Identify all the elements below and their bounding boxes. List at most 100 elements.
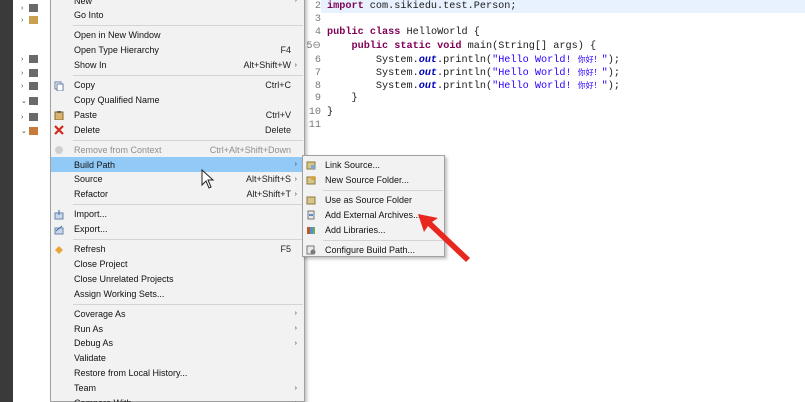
tree-node[interactable]: ⌄ — [21, 95, 38, 107]
menu-item-shortcut: Ctrl+Alt+Shift+Down — [209, 144, 291, 155]
submenu-arrow-icon: › — [294, 175, 297, 183]
menu-item-label: Configure Build Path... — [325, 244, 416, 255]
tree-node[interactable]: › — [21, 53, 38, 65]
code-token: out — [418, 68, 438, 79]
project-folder-icon — [29, 113, 38, 121]
menu-item-debug-as[interactable]: Debug As › — [51, 336, 304, 351]
menu-item-export[interactable]: Export... — [51, 222, 304, 237]
tree-node[interactable]: › — [21, 2, 38, 14]
menu-item-close-unrelated-projects[interactable]: Close Unrelated Projects — [51, 271, 304, 286]
menu-item-copy-qualified-name[interactable]: Copy Qualified Name — [51, 92, 304, 107]
tree-node[interactable]: › — [21, 67, 38, 79]
new-source-folder-icon — [306, 175, 316, 185]
project-folder-icon — [29, 16, 38, 24]
menu-item-label: Close Unrelated Projects — [74, 273, 174, 284]
menu-item-label: Add External Archives... — [325, 209, 421, 220]
menu-item-coverage-as[interactable]: Coverage As › — [51, 306, 304, 321]
mouse-cursor-icon — [201, 169, 215, 189]
menu-item-build-path[interactable]: Build Path › — [51, 157, 304, 172]
tree-node[interactable]: › — [21, 14, 38, 26]
line-number: 8 — [314, 81, 321, 93]
code-token: 你好！ — [577, 54, 602, 64]
menu-item-label: Close Project — [74, 258, 128, 269]
code-token: "Hello World! — [492, 68, 578, 79]
menu-item-assign-working-sets[interactable]: Assign Working Sets... — [51, 286, 304, 301]
tree-twisty-icon[interactable]: › — [21, 70, 27, 77]
code-token: System. — [327, 81, 419, 93]
code-line[interactable]: 10} — [305, 106, 805, 119]
menu-item-shortcut: Delete — [264, 124, 291, 135]
line-number: 7 — [314, 68, 321, 79]
menu-item-label: Export... — [74, 224, 108, 235]
menu-item-label: Compare With — [74, 398, 132, 402]
menu-item-compare-with[interactable]: Compare With› — [51, 396, 304, 402]
submenu-arrow-icon: › — [294, 325, 297, 332]
tree-twisty-icon[interactable]: › — [21, 83, 27, 90]
code-line[interactable]: 3 — [305, 13, 805, 26]
menu-item-delete[interactable]: Delete Delete — [51, 122, 304, 137]
import-icon — [54, 209, 64, 220]
code-token: class — [369, 27, 401, 39]
menu-item-open-type-hierarchy[interactable]: Open Type Hierarchy F4 — [51, 43, 304, 58]
code-token: } — [327, 106, 334, 118]
menu-item-refresh[interactable]: Refresh F5 — [51, 242, 304, 257]
link-source-icon — [306, 160, 316, 170]
tree-twisty-icon[interactable]: ⌄ — [21, 97, 27, 105]
menu-item-label: New Source Folder... — [325, 174, 410, 185]
remove-context-icon — [54, 145, 64, 155]
annotation-arrow — [418, 214, 470, 262]
menu-item-close-project[interactable]: Close Project — [51, 256, 304, 271]
submenu-item-use-as-source-folder[interactable]: Use as Source Folder — [303, 192, 444, 207]
menu-item-refactor[interactable]: Refactor Alt+Shift+T › — [51, 187, 304, 202]
code-line[interactable]: 8 System.out.println("Hello World! 你好！")… — [305, 79, 805, 92]
menu-item-label: Coverage As — [74, 308, 126, 319]
configure-build-path-icon — [306, 245, 316, 255]
menu-separator — [73, 204, 303, 206]
menu-item-restore-from-local-history[interactable]: Restore from Local History... — [51, 366, 304, 381]
window-left-edge — [0, 0, 13, 402]
tree-twisty-icon[interactable]: ⌄ — [21, 127, 27, 135]
code-line[interactable]: 9 } — [305, 92, 805, 105]
menu-item-paste[interactable]: Paste Ctrl+V — [51, 107, 304, 122]
code-line[interactable]: 5⊖ public static void main(String[] args… — [305, 40, 805, 53]
code-token: ); — [607, 81, 621, 93]
menu-separator — [73, 75, 303, 76]
menu-item-copy[interactable]: Copy Ctrl+C — [51, 78, 304, 93]
menu-item-import[interactable]: Import... — [51, 207, 304, 222]
tree-twisty-icon[interactable]: › — [21, 5, 27, 12]
menu-item-label: Show In — [74, 60, 107, 71]
tree-twisty-icon[interactable]: › — [21, 56, 27, 63]
menu-item-run-as[interactable]: Run As › — [51, 321, 304, 336]
tree-node[interactable]: › — [21, 80, 38, 92]
tree-twisty-icon[interactable]: › — [21, 114, 27, 121]
menu-item-label: Validate — [74, 353, 106, 364]
code-line[interactable]: 4 public class HelloWorld { — [305, 26, 805, 39]
add-external-archives-icon — [306, 210, 316, 220]
menu-item-shortcut: Alt+Shift+W — [243, 60, 291, 71]
project-folder-icon — [29, 69, 38, 77]
menu-item-label: Source — [74, 174, 103, 185]
tree-node[interactable]: ⌄ — [21, 125, 38, 137]
code-line[interactable]: 7 System.out.println("Hello World! 你好！")… — [305, 66, 805, 79]
code-token: "Hello World! — [492, 54, 578, 66]
tree-node[interactable]: › — [21, 111, 38, 123]
menu-item-team[interactable]: Team › — [51, 381, 304, 396]
tree-twisty-icon[interactable]: › — [21, 17, 27, 24]
line-number: 2 — [314, 1, 321, 12]
code-token: public — [351, 40, 389, 52]
menu-item-label: Refactor — [74, 189, 109, 200]
submenu-item-link-source[interactable]: Link Source... — [303, 157, 444, 172]
menu-item-source[interactable]: Source Alt+Shift+S › — [51, 172, 304, 187]
code-line[interactable]: 2 import com.sikiedu.test.Person; — [305, 0, 805, 13]
code-line[interactable]: 11 — [305, 119, 805, 132]
menu-item-new[interactable]: New › — [51, 0, 304, 8]
line-number: 6 — [314, 54, 321, 66]
menu-item-go-into[interactable]: Go Into — [51, 8, 304, 23]
menu-item-open-in-new-window[interactable]: Open in New Window — [51, 28, 304, 43]
menu-item-label: Refresh — [74, 244, 106, 254]
menu-item-validate[interactable]: Validate — [51, 351, 304, 366]
code-token: System. — [327, 68, 419, 79]
submenu-item-new-source-folder[interactable]: New Source Folder... — [303, 172, 444, 187]
menu-item-show-in[interactable]: Show In Alt+Shift+W › — [51, 58, 304, 73]
code-line[interactable]: 6 System.out.println("Hello World! 你好！")… — [305, 53, 805, 66]
